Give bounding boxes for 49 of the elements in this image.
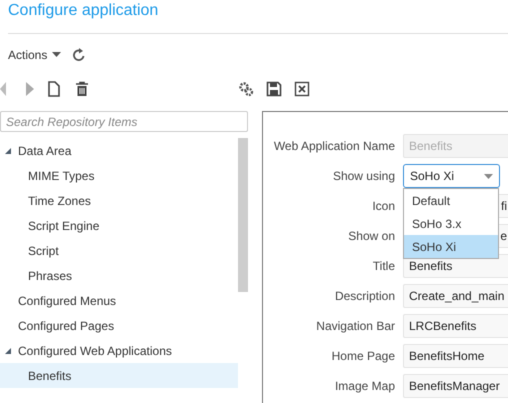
tree-item-label: Configured Pages [18, 318, 114, 332]
field-label: Show on [347, 229, 395, 243]
dropdown-option[interactable]: SoHo Xi [404, 235, 498, 258]
field-label: Navigation Bar [315, 319, 395, 333]
tree-item[interactable]: Configured Pages [0, 313, 238, 338]
tree-item-label: Script Engine [28, 218, 100, 232]
tree-item-label: Time Zones [28, 194, 91, 208]
save-icon[interactable] [266, 81, 282, 97]
tree-item-label: MIME Types [28, 168, 94, 182]
field-label: Title [372, 259, 395, 273]
search-field[interactable]: Search Repository Items [0, 111, 248, 132]
expanded-triangle-icon[interactable] [4, 146, 12, 154]
field-label: Icon [371, 199, 395, 213]
field-label: Show using [332, 169, 395, 183]
caret-icon [484, 174, 493, 178]
actions-menu-button[interactable]: Actions [8, 48, 62, 62]
tree-item[interactable]: Configured Menus [0, 288, 238, 313]
field-label: Web Application Name [272, 139, 395, 153]
tree-item[interactable]: Configured Web Applications [0, 338, 238, 363]
tree-item-label: Data Area [18, 144, 72, 158]
tree-item[interactable]: Time Zones [0, 188, 238, 213]
field-label: Home Page [330, 349, 395, 363]
text-field[interactable]: LRCBenefits [403, 314, 508, 338]
tree-item-label: Configured Web Applications [18, 344, 172, 358]
new-document-icon[interactable] [46, 81, 62, 97]
tree-item[interactable]: Benefits [0, 363, 238, 388]
tree-item-label: Phrases [28, 268, 72, 282]
tree-item[interactable]: MIME Types [0, 163, 238, 188]
tree-item[interactable]: Phrases [0, 263, 238, 288]
tree-item-label: Benefits [28, 368, 72, 382]
field-label: Image Map [334, 379, 395, 393]
show-using-select[interactable]: SoHo Xi [403, 164, 500, 188]
tree-item[interactable]: Script Engine [0, 213, 238, 238]
caret-icon [52, 52, 62, 58]
text-field[interactable]: BenefitsManager [403, 374, 508, 398]
text-field[interactable]: Create_and_main [403, 284, 508, 308]
tree-item-label: Script [28, 244, 59, 258]
tree-item[interactable]: Data Area [0, 138, 238, 163]
tree-item-label: Configured Menus [18, 294, 116, 308]
gear-icon[interactable] [238, 81, 254, 97]
refresh-icon[interactable] [71, 47, 88, 63]
field-label: Description [334, 289, 395, 303]
close-icon[interactable] [294, 81, 310, 97]
text-field[interactable]: BenefitsHome [403, 344, 508, 368]
tree-item[interactable]: Script [0, 238, 238, 263]
expanded-triangle-icon[interactable] [4, 346, 12, 354]
delete-icon[interactable] [74, 81, 90, 97]
page-title: Configure application [7, 1, 160, 21]
scrollbar[interactable] [238, 138, 248, 292]
